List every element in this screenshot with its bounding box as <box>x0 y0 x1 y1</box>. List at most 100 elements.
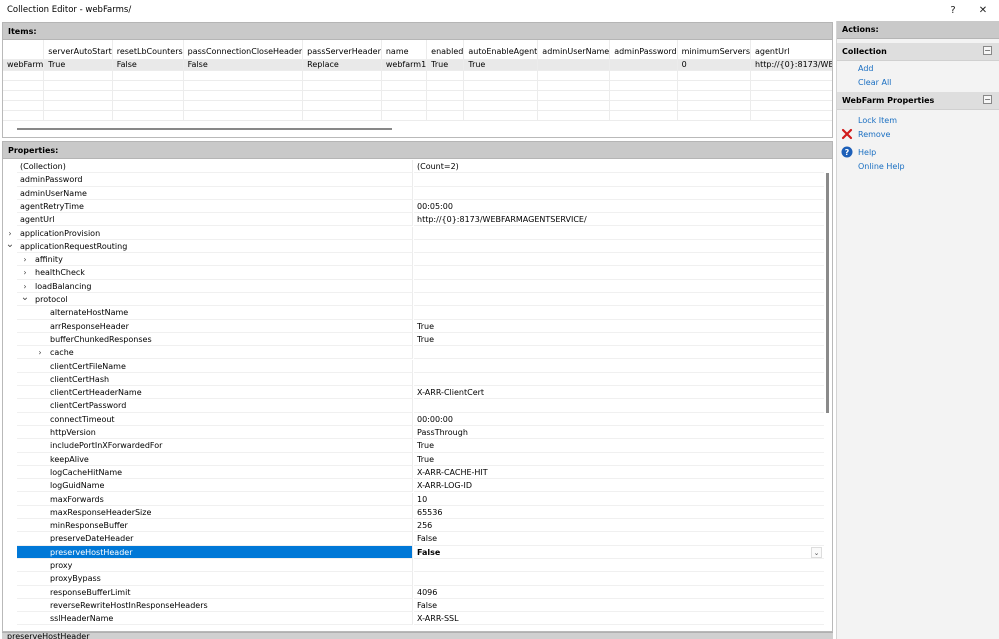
chevron-right-icon[interactable]: › <box>5 227 15 240</box>
property-row[interactable]: bufferChunkedResponses True <box>17 332 824 347</box>
column-header[interactable]: passServerHeader <box>302 40 382 60</box>
column-header[interactable]: autoEnableAgent <box>463 40 539 60</box>
property-name[interactable]: preserveHostHeader <box>17 545 413 559</box>
remove-link[interactable]: Remove <box>858 130 890 139</box>
property-value[interactable] <box>414 559 824 573</box>
property-row[interactable]: maxResponseHeaderSize 65536 <box>17 505 824 520</box>
property-value[interactable] <box>414 306 824 320</box>
property-row[interactable]: alternateHostName <box>17 306 824 320</box>
property-value[interactable] <box>414 346 824 360</box>
property-value[interactable]: True <box>414 333 824 347</box>
property-name[interactable]: clientCertHeaderName <box>17 386 413 400</box>
property-name[interactable]: applicationRequestRouting <box>17 239 413 254</box>
property-value[interactable] <box>414 173 824 187</box>
items-grid[interactable]: serverAutoStart resetLbCounters passConnec… <box>2 40 833 138</box>
property-row[interactable]: applicationRequestRouting ⌄ <box>6 239 824 254</box>
property-name[interactable]: arrResponseHeader <box>17 319 413 333</box>
property-grid[interactable]: (Collection) (Count=2) adminPassword adminU… <box>2 159 833 632</box>
property-name[interactable]: applicationProvision <box>17 226 413 240</box>
column-header[interactable]: enabled <box>426 40 465 60</box>
property-value[interactable]: X-ARR-SSL <box>414 612 824 626</box>
column-header[interactable]: agentUrl <box>750 40 832 60</box>
property-value[interactable]: 4096 <box>414 586 824 599</box>
property-row[interactable]: keepAlive True <box>17 452 824 466</box>
property-row[interactable]: adminPassword <box>17 173 824 187</box>
property-row[interactable]: clientCertHeaderName X-ARR-ClientCert <box>17 386 824 400</box>
property-value[interactable]: 256 <box>414 519 824 533</box>
property-row[interactable]: preserveHostHeader False ⌄ <box>17 545 824 559</box>
property-name[interactable]: reverseRewriteHostInResponseHeaders <box>17 598 413 613</box>
property-row[interactable]: clientCertPassword <box>17 399 824 413</box>
help-link[interactable]: Help <box>858 148 876 157</box>
column-header[interactable]: resetLbCounters <box>112 40 184 60</box>
property-name[interactable]: logCacheHitName <box>17 465 413 480</box>
collapse-icon[interactable]: − <box>983 95 992 104</box>
property-name[interactable]: clientCertFileName <box>17 359 413 373</box>
chevron-down-icon[interactable]: ⌄ <box>20 293 30 303</box>
property-row[interactable]: adminUserName <box>17 186 824 200</box>
column-header[interactable]: serverAutoStart <box>43 40 113 60</box>
property-row[interactable]: (Collection) (Count=2) <box>17 160 824 174</box>
property-name[interactable]: preserveDateHeader <box>17 532 413 546</box>
property-value[interactable] <box>414 572 824 586</box>
property-row[interactable]: agentRetryTime 00:05:00 <box>17 199 824 214</box>
property-name[interactable]: bufferChunkedResponses <box>17 332 413 347</box>
column-header[interactable]: passConnectionCloseHeader <box>183 40 304 60</box>
property-name[interactable]: protocol <box>17 293 413 307</box>
property-value[interactable]: True <box>414 453 824 466</box>
property-row[interactable]: proxyBypass <box>17 572 824 586</box>
property-value[interactable] <box>414 399 824 413</box>
webfarm-properties-group-header[interactable]: WebFarm Properties − <box>837 92 999 110</box>
property-name[interactable]: maxResponseHeaderSize <box>17 505 413 520</box>
property-name[interactable]: alternateHostName <box>17 306 413 320</box>
property-grid-scrollbar[interactable] <box>826 173 829 413</box>
clear-all-link[interactable]: Clear All <box>858 78 891 87</box>
property-value[interactable]: X-ARR-ClientCert <box>414 386 824 400</box>
property-value[interactable] <box>414 360 824 373</box>
property-row[interactable]: connectTimeout 00:00:00 <box>17 412 824 426</box>
property-name[interactable]: agentRetryTime <box>17 199 413 214</box>
close-button[interactable]: ✕ <box>972 2 994 19</box>
property-row[interactable]: sslHeaderName X-ARR-SSL <box>17 612 824 626</box>
property-row[interactable]: reverseRewriteHostInResponseHeaders False <box>17 598 824 613</box>
lock-item-link[interactable]: Lock Item <box>858 116 897 125</box>
property-value[interactable] <box>414 293 824 307</box>
property-name[interactable]: healthCheck <box>17 266 413 280</box>
property-value[interactable]: True <box>414 439 824 453</box>
property-row[interactable]: includePortInXForwardedFor True <box>17 439 824 453</box>
property-value[interactable]: False <box>414 599 824 613</box>
property-name[interactable]: responseBufferLimit <box>17 585 413 599</box>
property-value[interactable]: 00:00:00 <box>414 413 824 426</box>
chevron-right-icon[interactable]: › <box>20 280 30 293</box>
property-row[interactable]: agentUrl http://{0}:8173/WEBFARMAGENTSERV… <box>17 213 824 227</box>
column-header[interactable] <box>3 40 45 60</box>
property-name[interactable]: maxForwards <box>17 492 413 506</box>
collapse-icon[interactable]: − <box>983 46 992 55</box>
property-value[interactable]: X-ARR-LOG-ID <box>414 479 824 493</box>
property-row[interactable]: minResponseBuffer 256 <box>17 519 824 533</box>
property-name[interactable]: cache <box>17 346 413 360</box>
property-value[interactable]: (Count=2) <box>414 160 824 174</box>
property-row[interactable]: arrResponseHeader True <box>17 319 824 333</box>
property-name[interactable]: affinity <box>17 253 413 267</box>
chevron-down-icon[interactable]: ⌄ <box>5 239 15 249</box>
property-row[interactable]: loadBalancing › <box>17 279 824 293</box>
property-name[interactable]: proxyBypass <box>17 572 413 586</box>
property-name[interactable]: httpVersion <box>17 426 413 440</box>
property-row[interactable]: affinity › <box>17 253 824 267</box>
property-row[interactable]: preserveDateHeader False <box>17 532 824 546</box>
property-name[interactable]: (Collection) <box>17 160 413 174</box>
property-row[interactable]: proxy <box>17 559 824 573</box>
property-name[interactable]: clientCertHash <box>17 372 413 387</box>
property-row[interactable]: logCacheHitName X-ARR-CACHE-HIT <box>17 465 824 480</box>
property-value[interactable]: True <box>414 320 824 333</box>
property-value[interactable]: False <box>414 546 824 559</box>
property-value[interactable]: X-ARR-CACHE-HIT <box>414 466 824 480</box>
property-value[interactable]: False <box>414 532 824 546</box>
property-name[interactable]: clientCertPassword <box>17 399 413 413</box>
chevron-right-icon[interactable]: › <box>20 253 30 266</box>
property-value[interactable] <box>414 253 824 267</box>
property-name[interactable]: minResponseBuffer <box>17 519 413 533</box>
online-help-link[interactable]: Online Help <box>858 162 905 171</box>
chevron-right-icon[interactable]: › <box>35 346 45 359</box>
